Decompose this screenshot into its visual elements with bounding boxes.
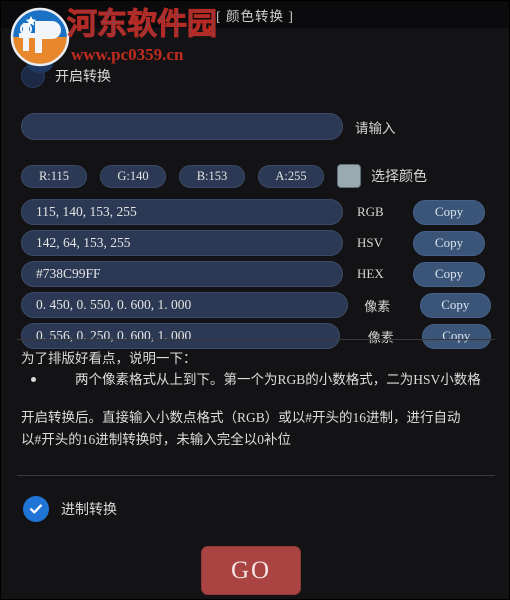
channel-row: R:115 G:140 B:153 A:255 选择颜色 (21, 164, 427, 188)
channel-a[interactable]: A:255 (258, 164, 324, 188)
channel-b[interactable]: B:153 (179, 164, 245, 188)
rgb-tag: RGB (357, 204, 384, 219)
pixel-hsv-input[interactable]: 0. 556, 0. 250, 0. 600, 1. 000 (21, 323, 340, 349)
value-row-pixel-hsv: 0. 556, 0. 250, 0. 600, 1. 000 像素 Copy (21, 323, 491, 349)
value-row-hex: #738C99FF HEX Copy (21, 261, 491, 287)
copy-hsv-button[interactable]: Copy (413, 230, 485, 256)
copy-pixel-hsv-button[interactable]: Copy (421, 323, 491, 349)
paragraph-block: 开启转换后。直接输入小数点格式（RGB）或以#开头的16进制，进行自动 以#开头… (21, 407, 509, 451)
base-convert-checkbox[interactable] (23, 496, 49, 522)
paragraph-line-2: 以#开头的16进制转换时，未输入完全以0补位 (21, 432, 291, 447)
copy-hex-button[interactable]: Copy (413, 261, 485, 287)
hex-tag: HEX (357, 266, 384, 281)
bullet-dot-icon (31, 377, 36, 382)
hex-input[interactable]: #738C99FF (21, 261, 343, 287)
divider-bottom (17, 475, 495, 476)
notes-bullet-item: 两个像素格式从上到下。第一个为RGB的小数格式，二为HSV小数格 (21, 369, 509, 390)
pixel-rgb-input[interactable]: 0. 450, 0. 550, 0. 600, 1. 000 (21, 292, 349, 318)
base-convert-label: 进制转换 (61, 503, 117, 518)
pixel-hsv-tag: 像素 (367, 329, 394, 345)
channel-r[interactable]: R:115 (21, 164, 87, 188)
copy-pixel-rgb-button[interactable]: Copy (419, 292, 491, 318)
pixel-rgb-tag: 像素 (364, 298, 391, 314)
go-button[interactable]: GO (201, 546, 301, 595)
notes-block: 为了排版好看点，说明一下： 两个像素格式从上到下。第一个为RGB的小数格式，二为… (21, 348, 509, 390)
color-picker-label: 选择颜色 (371, 170, 427, 185)
title-bar: [ 颜色转换 ] (1, 1, 509, 28)
rgb-input[interactable]: 115, 140, 153, 255 (21, 199, 343, 225)
hsv-tag: HSV (357, 235, 384, 250)
value-row-hsv: 142, 64, 153, 255 HSV Copy (21, 230, 491, 256)
enable-convert-label: 开启转换 (55, 70, 111, 85)
copy-rgb-button[interactable]: Copy (413, 199, 485, 225)
divider-top (17, 339, 495, 340)
enable-convert-row[interactable]: 开启转换 (21, 64, 111, 88)
value-row-pixel-rgb: 0. 450, 0. 550, 0. 600, 1. 000 像素 Copy (21, 292, 491, 318)
check-icon (30, 504, 42, 514)
base-convert-row[interactable]: 进制转换 (23, 496, 117, 522)
channel-g[interactable]: G:140 (100, 164, 166, 188)
page-title: [ 颜色转换 ] (216, 8, 294, 24)
hsv-input[interactable]: 142, 64, 153, 255 (21, 230, 343, 256)
paragraph-line-1: 开启转换后。直接输入小数点格式（RGB）或以#开头的16进制，进行自动 (21, 410, 461, 425)
main-content: 开启转换 请输入 R:115 G:140 B:153 A:255 选择颜色 11… (1, 28, 509, 599)
notes-bullet-text: 两个像素格式从上到下。第一个为RGB的小数格式，二为HSV小数格 (75, 372, 481, 387)
main-input[interactable] (21, 113, 343, 140)
value-row-rgb: 115, 140, 153, 255 RGB Copy (21, 199, 491, 225)
main-input-row: 请输入 (21, 113, 491, 140)
enable-convert-checkbox[interactable] (21, 64, 45, 88)
main-input-label: 请输入 (355, 120, 396, 136)
app-window: [ 颜色转换 ] 开启转换 请输入 R:115 G:140 B:153 A:25… (0, 0, 510, 600)
notes-heading: 为了排版好看点，说明一下： (21, 351, 197, 366)
color-swatch[interactable] (337, 164, 361, 188)
